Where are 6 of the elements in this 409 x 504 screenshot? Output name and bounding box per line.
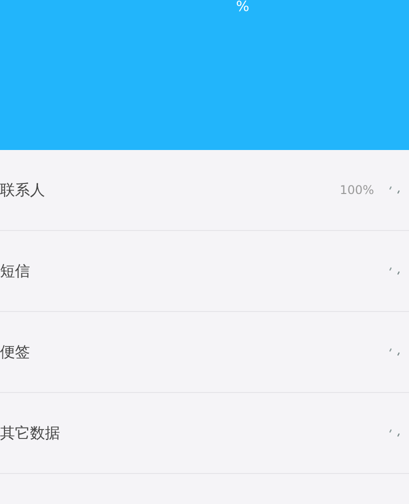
progress-reading: 100%: [340, 183, 374, 197]
item-label: 其它数据: [0, 424, 60, 442]
percent-sign: %: [236, 0, 250, 14]
item-label: 联系人: [0, 180, 45, 200]
item-label: 短信: [0, 262, 30, 280]
item-label: 便签: [0, 342, 30, 362]
